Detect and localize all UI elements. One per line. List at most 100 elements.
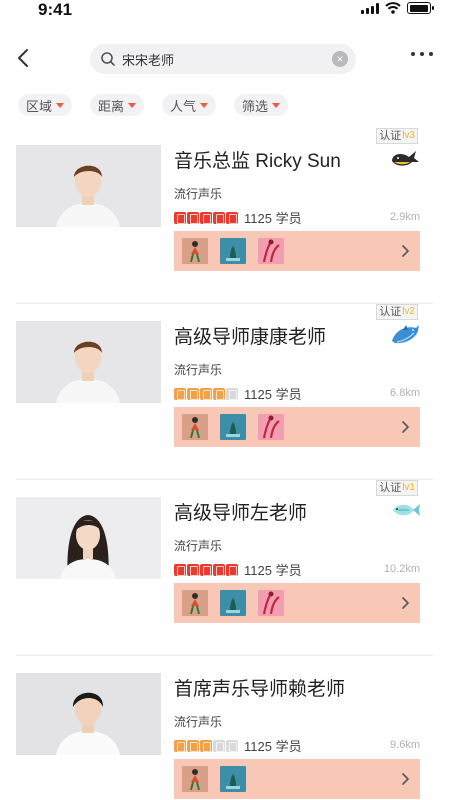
- dropdown-arrow-icon: [128, 102, 137, 108]
- teacher-genre: 流行声乐: [174, 187, 223, 201]
- flower-thumbnail[interactable]: [258, 414, 284, 440]
- certification-label: 认证: [379, 482, 402, 494]
- rating-icon: [226, 739, 238, 752]
- filter-more[interactable]: 筛选: [234, 94, 289, 116]
- rating-icon: [174, 387, 186, 400]
- rating-icon: [200, 563, 212, 576]
- teacher-photo[interactable]: [16, 673, 161, 755]
- fountain-thumbnail[interactable]: [220, 238, 246, 264]
- student-count: 1125 学员: [244, 387, 302, 402]
- teacher-stats: 1125 学员: [174, 208, 302, 227]
- rating-icon: [226, 563, 238, 576]
- rating-icon: [200, 739, 212, 752]
- certification-badge: 认证 lv3: [376, 128, 418, 144]
- level-label: lv3: [402, 130, 415, 141]
- teacher-name[interactable]: 音乐总监 Ricky Sun: [174, 146, 341, 173]
- status-icons: [361, 2, 434, 14]
- teacher-card[interactable]: 首席声乐导师赖老师 流行声乐 1125 学员 9.6km: [0, 656, 449, 800]
- dropdown-arrow-icon: [200, 102, 209, 108]
- works-strip[interactable]: [174, 583, 420, 623]
- teacher-card[interactable]: 认证 lv3 音乐总监 Ricky Sun 流行声乐 1125 学员 2.9km: [0, 128, 449, 304]
- certification-badge: 认证 lv2: [376, 304, 418, 320]
- filter-label: 距离: [98, 98, 125, 114]
- works-strip[interactable]: [174, 759, 420, 799]
- flower-thumbnail[interactable]: [258, 590, 284, 616]
- more-dot-icon: [411, 52, 415, 56]
- dropdown-arrow-icon: [272, 102, 281, 108]
- rating-icon: [187, 739, 199, 752]
- filter-label: 人气: [170, 98, 197, 114]
- fountain-thumbnail[interactable]: [220, 414, 246, 440]
- battery-icon: [407, 2, 434, 14]
- rating-icon: [213, 211, 225, 224]
- filter-label: 区域: [26, 98, 53, 114]
- back-arrow-icon[interactable]: [14, 46, 34, 70]
- filter-popularity[interactable]: 人气: [162, 94, 217, 116]
- rating-icons: [174, 739, 238, 752]
- fountain-thumbnail[interactable]: [220, 766, 246, 792]
- rating-icons: [174, 211, 238, 224]
- teacher-name[interactable]: 首席声乐导师赖老师: [174, 674, 345, 701]
- rating-icon: [200, 387, 212, 400]
- teacher-photo[interactable]: [16, 497, 161, 579]
- teacher-name[interactable]: 高级导师康康老师: [174, 322, 326, 349]
- chevron-right-icon: [402, 245, 410, 257]
- fountain-thumbnail[interactable]: [220, 590, 246, 616]
- dancer-thumbnail[interactable]: [182, 414, 208, 440]
- teacher-name[interactable]: 高级导师左老师: [174, 498, 307, 525]
- teacher-stats: 1125 学员: [174, 560, 302, 579]
- chevron-right-icon: [402, 597, 410, 609]
- filter-region[interactable]: 区域: [18, 94, 73, 116]
- level-label: lv2: [402, 306, 415, 317]
- teacher-portrait-icon: [16, 673, 161, 755]
- status-time: 9:41: [38, 0, 73, 19]
- rating-icon: [174, 563, 186, 576]
- search-icon: [101, 52, 115, 66]
- rating-icon: [213, 739, 225, 752]
- teacher-portrait-icon: [16, 145, 161, 227]
- filter-label: 筛选: [242, 98, 269, 114]
- distance: 6.8km: [390, 387, 420, 399]
- distance: 2.9km: [390, 211, 420, 223]
- teacher-photo[interactable]: [16, 145, 161, 227]
- clear-search-icon[interactable]: ×: [332, 51, 348, 67]
- certification-label: 认证: [379, 130, 402, 142]
- rating-icon: [174, 739, 186, 752]
- rating-icon: [226, 387, 238, 400]
- rating-icon: [213, 387, 225, 400]
- search-box[interactable]: ×: [90, 44, 356, 74]
- more-options-button[interactable]: [411, 52, 433, 56]
- teacher-stats: 1125 学员: [174, 384, 302, 403]
- whale-icon: [392, 151, 419, 166]
- more-dot-icon: [420, 52, 424, 56]
- distance: 10.2km: [383, 563, 420, 575]
- teacher-photo[interactable]: [16, 321, 161, 403]
- rating-icon: [187, 387, 199, 400]
- student-count: 1125 学员: [244, 739, 302, 754]
- teacher-card[interactable]: 认证 lv2 高级导师康康老师 流行声乐 1125 学员 6.8km: [0, 304, 449, 480]
- dropdown-arrow-icon: [56, 102, 65, 108]
- filter-bar: 区域 距离 人气 筛选: [18, 94, 289, 116]
- filter-distance[interactable]: 距离: [90, 94, 145, 116]
- dancer-thumbnail[interactable]: [182, 238, 208, 264]
- flower-thumbnail[interactable]: [258, 238, 284, 264]
- rating-icons: [174, 387, 238, 400]
- signal-icon: [361, 2, 379, 14]
- teacher-card[interactable]: 认证 lv1 高级导师左老师 流行声乐 1125 学员 10.2km: [0, 480, 449, 656]
- student-count: 1125 学员: [244, 563, 302, 578]
- works-strip[interactable]: [174, 407, 420, 447]
- student-count: 1125 学员: [244, 211, 302, 226]
- certification-label: 认证: [379, 306, 402, 318]
- teacher-genre: 流行声乐: [174, 363, 223, 377]
- dancer-thumbnail[interactable]: [182, 766, 208, 792]
- teacher-stats: 1125 学员: [174, 736, 302, 755]
- rating-icons: [174, 563, 238, 576]
- teacher-portrait-icon: [16, 321, 161, 403]
- dancer-thumbnail[interactable]: [182, 590, 208, 616]
- chevron-right-icon: [402, 421, 410, 433]
- status-bar: 9:41: [0, 0, 449, 22]
- works-strip[interactable]: [174, 231, 420, 271]
- dolphin-icon: [392, 325, 419, 344]
- nav-bar: ×: [0, 40, 449, 76]
- search-input[interactable]: [122, 51, 332, 67]
